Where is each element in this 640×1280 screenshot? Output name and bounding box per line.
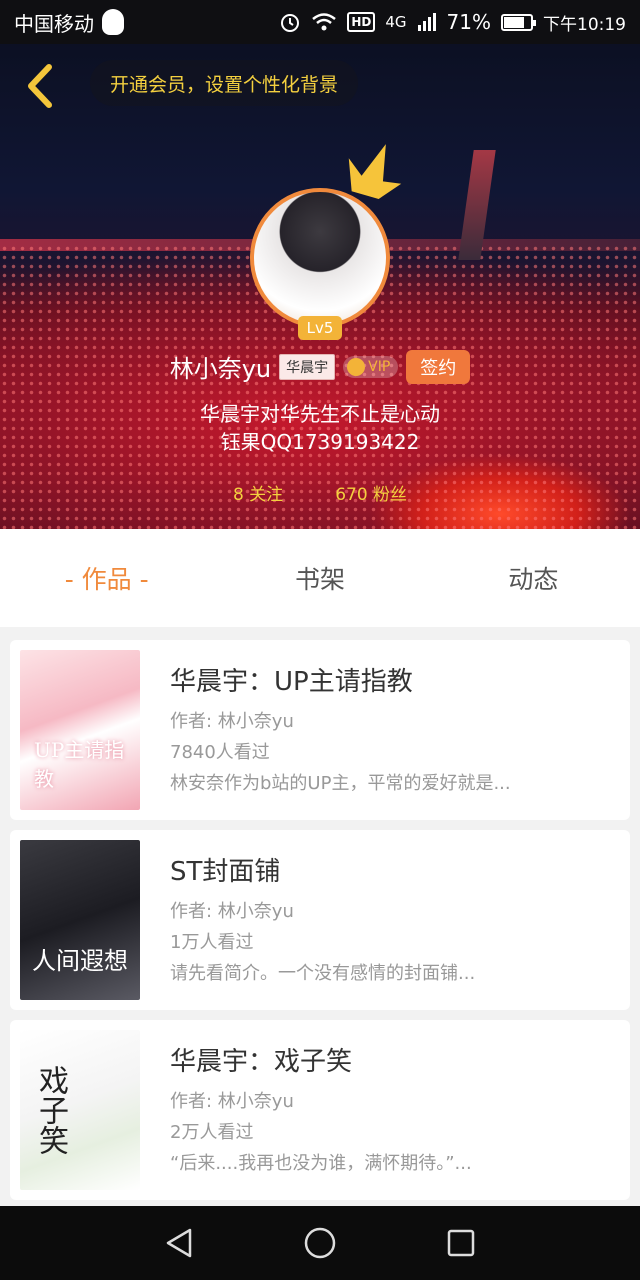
book-views: 2万人看过: [170, 1121, 254, 1143]
bio-line-2: 钰果QQ1739193422: [220, 430, 420, 454]
book-title: 华晨宇：戏子笑: [170, 1046, 353, 1077]
tab-works[interactable]: - 作品 -: [0, 560, 213, 596]
carrier-label: 中国移动: [14, 11, 94, 36]
vip-background-banner[interactable]: 开通会员，设置个性化背景: [90, 60, 359, 106]
bio: 华晨宇对华先生不止是心动 钰果QQ1739193422: [0, 400, 640, 456]
qq-penguin-icon: [102, 9, 124, 35]
level-badge: Lv5: [298, 316, 342, 340]
book-card[interactable]: UP主请指教 华晨宇：UP主请指教 作者: 林小奈yu 7840人看过 林安奈作…: [10, 640, 630, 820]
nav-recents-icon[interactable]: [446, 1228, 476, 1258]
following-count[interactable]: 8 关注: [233, 480, 283, 505]
back-button[interactable]: [20, 62, 60, 110]
vip-label: VIP: [368, 358, 391, 375]
book-title: ST封面铺: [170, 856, 281, 887]
signal-icon: [417, 13, 436, 31]
book-views: 1万人看过: [170, 931, 254, 953]
book-list: UP主请指教 华晨宇：UP主请指教 作者: 林小奈yu 7840人看过 林安奈作…: [10, 640, 630, 1210]
battery-percent: 71%: [446, 10, 491, 34]
chevron-left-icon: [28, 64, 52, 108]
battery-icon: [501, 13, 536, 31]
book-description: 林安奈作为b站的UP主，平常的爱好就是...: [170, 772, 511, 794]
profile-stats: 8 关注 670 粉丝: [0, 480, 640, 505]
avatar[interactable]: [250, 188, 390, 328]
book-author: 作者: 林小奈yu: [170, 1090, 294, 1112]
nav-back-icon[interactable]: [164, 1227, 194, 1259]
cover-text: UP主请指教: [34, 738, 125, 791]
vip-crown-icon: [347, 357, 366, 376]
book-author: 作者: 林小奈yu: [170, 710, 294, 732]
book-cover: 戏子笑: [20, 1030, 140, 1190]
username: 林小奈yu: [169, 355, 272, 383]
followers-count[interactable]: 670 粉丝: [335, 480, 407, 505]
book-description: 请先看简介。一个没有感情的封面铺...: [170, 962, 476, 984]
alarm-icon: [281, 14, 300, 32]
book-description: “后来....我再也没为谁，满怀期待。”...: [170, 1152, 472, 1174]
cover-text: 人间遐想: [32, 947, 128, 975]
book-title: 华晨宇：UP主请指教: [170, 666, 413, 697]
book-author: 作者: 林小奈yu: [170, 900, 294, 922]
book-cover: 人间遐想: [20, 840, 140, 1000]
nav-home-icon[interactable]: [303, 1226, 337, 1260]
system-nav-bar: [0, 1206, 640, 1280]
profile-header: 开通会员，设置个性化背景 Lv5 林小奈yu 华晨宇 VIP 签约 华晨宇对华先…: [0, 44, 640, 529]
status-bar: 中国移动 HD 4G 71% 下午10:19: [0, 0, 640, 44]
clock: 下午10:19: [543, 14, 626, 35]
tab-bar: - 作品 - 书架 动态: [0, 529, 640, 627]
fan-tag: 华晨宇: [279, 353, 336, 380]
network-label: 4G: [385, 13, 407, 31]
cover-text: 戏子笑: [33, 1065, 68, 1155]
tab-bookshelf[interactable]: 书架: [213, 560, 426, 596]
hd-badge: HD: [347, 12, 376, 32]
vip-badge: VIP: [343, 355, 399, 378]
wifi-icon: [312, 13, 337, 31]
tab-activity[interactable]: 动态: [427, 560, 640, 596]
book-card[interactable]: 戏子笑 华晨宇：戏子笑 作者: 林小奈yu 2万人看过 “后来....我再也没为…: [10, 1020, 630, 1200]
sign-button[interactable]: 签约: [406, 349, 471, 384]
book-cover: UP主请指教: [20, 650, 140, 810]
book-views: 7840人看过: [170, 741, 270, 763]
bio-line-1: 华晨宇对华先生不止是心动: [200, 402, 440, 426]
book-card[interactable]: 人间遐想 ST封面铺 作者: 林小奈yu 1万人看过 请先看简介。一个没有感情的…: [10, 830, 630, 1010]
